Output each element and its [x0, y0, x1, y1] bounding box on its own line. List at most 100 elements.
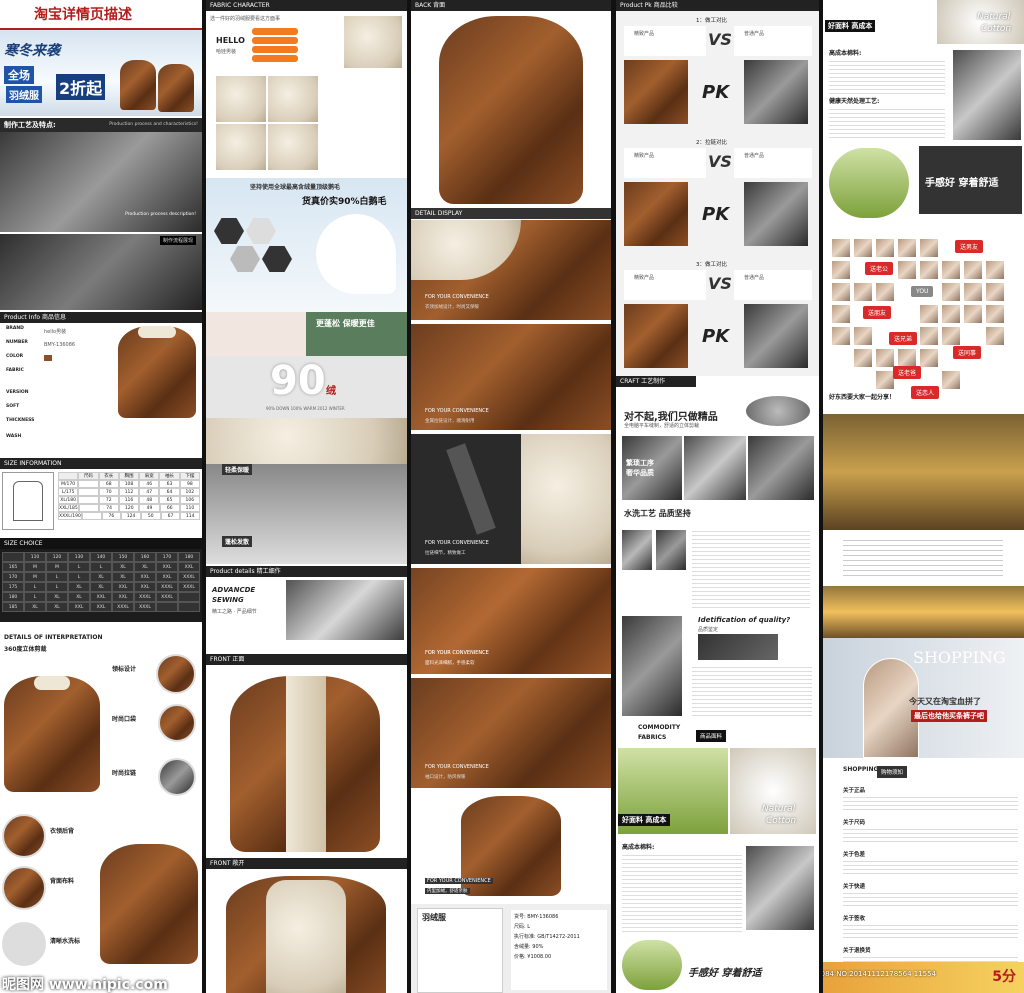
- size-choice-bar: SIZE CHOICE: [0, 538, 202, 549]
- c5-feel-block: 手感好 穿着舒适: [823, 144, 1024, 232]
- leaf-photo: 好面料 高成本: [618, 748, 728, 834]
- cap-6: 内里加绒，舒适亲肤: [425, 888, 470, 894]
- size-table-cell: [81, 512, 102, 520]
- size-table-cell: 48: [139, 496, 160, 504]
- shopping-info-item: 关于签收: [843, 914, 1018, 940]
- details-title-en: DETAILS OF INTERPRETATION: [4, 634, 103, 641]
- choice-table-cell: L: [90, 562, 112, 572]
- craft-block: 对不起,我们只做精品 全电脑平车缝制，舒适的立体剪裁 繁琐工序 奢华品质: [616, 390, 819, 504]
- commodity-label: COMMODITY: [638, 724, 681, 731]
- ours-photo: [624, 60, 688, 124]
- size-table-cell: [58, 472, 79, 480]
- details-bar-en: Product details: [210, 568, 255, 575]
- front-bar: FRONT 正面: [206, 654, 407, 665]
- choice-table-cell: XXL: [90, 592, 112, 602]
- val-brand: hello男装: [44, 329, 67, 335]
- shopping-info-item-lines: [843, 890, 1018, 908]
- commodity-bar-wrap: COMMODITY FABRICS 商品面料: [616, 720, 819, 748]
- shopping-info-item-title: 关于色差: [843, 852, 866, 858]
- detail-back-label: 衣领后背: [50, 828, 75, 835]
- hex-2: [246, 218, 276, 244]
- couple-text: [823, 530, 1024, 586]
- ninety-en: 90% DOWN 100% WARM 2012 WINTER: [266, 406, 345, 411]
- size-table-row: M/170 68 108 46 63 98: [58, 480, 200, 488]
- front-open-bar-en: FRONT: [210, 860, 231, 867]
- natural-label: Natural: [762, 804, 796, 814]
- size-table-cell: 胸围: [118, 472, 140, 480]
- column-1: 淘宝详情页描述 寒冬来袭 全场 羽绒服 2折起 制作工艺及特点: Product…: [0, 0, 202, 993]
- couple-photo: [823, 414, 1024, 530]
- goose-block: 坚持使用全球最高含绒量顶级鹅毛 货真价实90%白鹅毛: [206, 178, 407, 312]
- size-table-cell: 64: [159, 488, 180, 496]
- fluff-label: 蓬松发散: [222, 536, 253, 547]
- choice-table-cell: XXL: [156, 572, 178, 582]
- label-line: 含绒量: 90%: [514, 944, 544, 950]
- shopping-info-item-title: 关于签收: [843, 916, 866, 922]
- choice-table-cell: L: [68, 572, 90, 582]
- choice-table-cell: XL: [134, 562, 156, 572]
- down-closeup-2: 轻柔保暖 蓬松发散: [206, 464, 407, 564]
- swan: [316, 214, 396, 294]
- cap-4: 面料光泽细腻，手感柔软: [425, 661, 475, 666]
- comparison-block: 2：拉链对比 精致产品 VS 普通产品 PK: [616, 134, 819, 252]
- gift-photo: [897, 260, 917, 280]
- wash-block: 水洗工艺 品质坚持: [616, 504, 819, 612]
- size-table-cell: 108: [118, 480, 140, 488]
- ninety-number: 90: [270, 358, 326, 404]
- size-table-cell: 114: [180, 512, 200, 520]
- size-table-cell: [78, 496, 99, 504]
- process-bar: 制作工艺及特点: Production process and characte…: [0, 118, 202, 132]
- column-2: FABRIC CHARACTER 选一件好的羽绒服要看这方面事 HELLO 哈娃…: [206, 0, 407, 993]
- flow-label: 制作流程展现: [159, 236, 196, 245]
- c5-cost-lines: [829, 58, 945, 94]
- choice-table-cell: 120: [46, 552, 68, 562]
- conv-3: FOR YOUR CONVENIENCE: [425, 540, 489, 546]
- choice-table-cell: [178, 602, 200, 612]
- c5-man-photo: [953, 50, 1021, 140]
- cap-2: 金属拉链设计，顺滑耐用: [425, 419, 475, 424]
- hello-sub: 哈娃男装: [216, 49, 237, 55]
- size-table-cell: 66: [159, 504, 180, 512]
- gift-photo: [853, 238, 873, 258]
- shopper-photo: [863, 658, 919, 758]
- fluffy-title: 更蓬松 保暖更佳: [316, 319, 375, 328]
- shopping-info-item-lines: [843, 858, 1018, 876]
- c5-feel-panel: 手感好 穿着舒适: [919, 146, 1022, 214]
- banner-headline: 寒冬来袭: [4, 43, 60, 59]
- choice-table-cell: XXL: [134, 582, 156, 592]
- choice-table-cell: XXL: [68, 602, 90, 612]
- front-block: FRONT 正面: [206, 654, 407, 858]
- size-table-cell: XL/180: [58, 496, 79, 504]
- shopping-info-item: 关于正品: [843, 786, 1018, 812]
- gift-dad: 送老公: [865, 262, 894, 275]
- front-jacket-lining: [286, 676, 326, 852]
- shopping-info-item: 关于色差: [843, 850, 1018, 876]
- size-table-cell: 72: [98, 496, 119, 504]
- size-table-cell: 67: [160, 512, 181, 520]
- choice-table-cell: 150: [112, 552, 134, 562]
- others-photo: [744, 182, 808, 246]
- choice-table-cell: M: [24, 572, 46, 582]
- choice-table-header: 110 120 130 140 150 160 170 180: [2, 552, 200, 562]
- detail-inner-photo: FOR YOUR CONVENIENCE 内里加绒，舒适亲肤: [411, 792, 611, 902]
- pk-label: PK: [702, 326, 730, 347]
- shopping-info-list: 关于正品 关于尺码 关于色差 关于快递 关于签收 关于退换货: [843, 786, 1018, 978]
- detail-zipper-closeup: FOR YOUR CONVENIENCE 拉链细节，精致做工: [411, 434, 611, 564]
- header-block: 淘宝详情页描述: [0, 0, 202, 30]
- c5-grass-runner: [829, 148, 909, 218]
- shopping-info-cn: 购物须知: [877, 766, 908, 778]
- gift-photo: [831, 238, 851, 258]
- size-table-cell: 98: [179, 480, 200, 488]
- gift-photo: [897, 348, 917, 368]
- cost-text-block: 高成本棉料:: [616, 838, 819, 938]
- details-collar: [34, 676, 70, 690]
- choice-table-cell: XL: [24, 602, 46, 612]
- product-info-en: Product Info: [4, 314, 41, 321]
- feel-title: 手感好 穿着舒适: [688, 968, 762, 979]
- conv-5: FOR YOUR CONVENIENCE: [425, 764, 489, 770]
- size-table-cell: 70: [98, 488, 119, 496]
- zipper-fur: [521, 434, 611, 564]
- sewing-photo-2: [286, 580, 404, 640]
- grass-runner: [622, 940, 682, 990]
- product-info-bar: Product Info 商品信息: [0, 312, 202, 323]
